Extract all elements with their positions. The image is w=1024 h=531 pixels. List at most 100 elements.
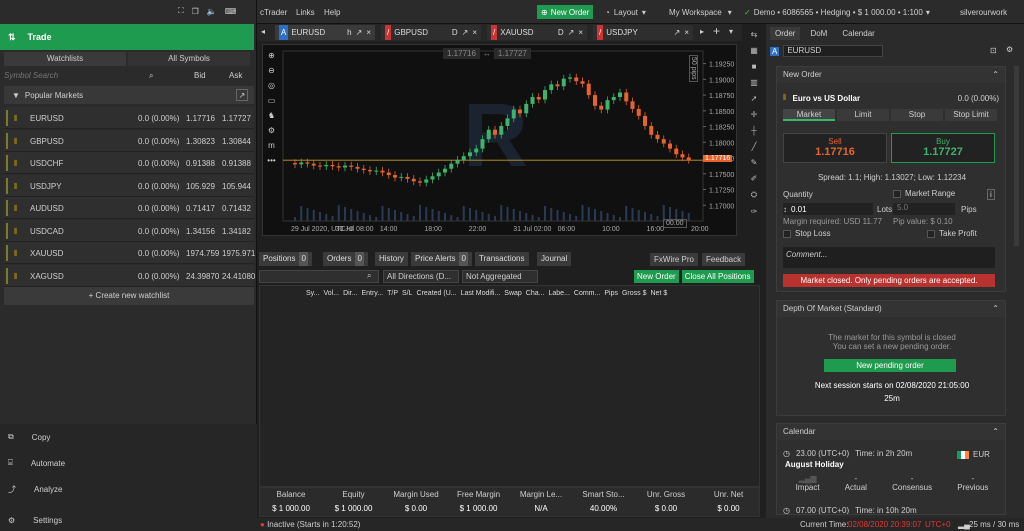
- take-profit-checkbox[interactable]: [927, 229, 935, 238]
- column-header[interactable]: Swap: [504, 290, 522, 297]
- zoom-out-icon[interactable]: ⊖: [268, 66, 275, 75]
- symbol-row[interactable]: ⦀ EURUSD 0.0 (0.00%) 1.17716 1.17727: [4, 107, 254, 129]
- tab-calendar[interactable]: Calendar: [837, 27, 879, 40]
- info-icon[interactable]: i: [987, 189, 995, 200]
- chevron-up-icon[interactable]: ⌃: [992, 301, 999, 317]
- close-icon[interactable]: ×: [578, 25, 583, 40]
- popout-icon[interactable]: ↗: [568, 25, 575, 40]
- scroll-right-icon[interactable]: ▸: [700, 27, 704, 36]
- brush-icon[interactable]: ✑: [751, 207, 758, 216]
- buy-button[interactable]: Buy 1.17727: [891, 133, 995, 163]
- search-icon[interactable]: ⌕: [367, 271, 379, 281]
- column-header[interactable]: S/L: [402, 290, 413, 297]
- keyboard-icon[interactable]: ⌨: [225, 7, 237, 16]
- order-type-tab[interactable]: Stop: [891, 109, 943, 121]
- trade-button[interactable]: ⇅ Trade: [0, 24, 254, 50]
- window-icon[interactable]: ❐: [192, 7, 199, 16]
- popout-icon[interactable]: ↗: [236, 89, 248, 101]
- m-icon[interactable]: m: [268, 141, 275, 150]
- close-icon[interactable]: ×: [684, 25, 689, 40]
- stepper-icon[interactable]: ↕: [783, 205, 787, 214]
- menu-copy[interactable]: ⧉ Copy: [8, 432, 50, 442]
- new-order-header[interactable]: New Order ⌃: [777, 67, 1005, 83]
- quantity-stepper[interactable]: ↕ 0.01: [783, 203, 873, 215]
- crosshair-icon[interactable]: ✛: [751, 110, 758, 119]
- column-header[interactable]: Comm...: [574, 290, 600, 297]
- shape-icon[interactable]: ⛭: [751, 190, 757, 200]
- sound-icon[interactable]: 🔈: [207, 7, 217, 16]
- close-all-button[interactable]: Close All Positions: [681, 269, 754, 283]
- positions-search-input[interactable]: [259, 269, 379, 283]
- new-pending-order-button[interactable]: New pending order: [824, 359, 956, 372]
- popout-icon[interactable]: ⊡: [990, 46, 997, 55]
- popout-icon[interactable]: ↗: [356, 25, 363, 40]
- scroll-left-icon[interactable]: ◂: [261, 27, 265, 36]
- popout-icon[interactable]: ↗: [462, 25, 469, 40]
- symbol-row[interactable]: ⦀ XAUUSD 0.0 (0.00%) 1974.759 1975.971: [4, 242, 255, 264]
- column-header[interactable]: Gross $: [622, 290, 647, 297]
- split-icon[interactable]: ▥: [750, 78, 758, 87]
- range-input[interactable]: 5.0: [893, 203, 955, 215]
- aggregation-select[interactable]: Not Aggregated: [462, 269, 538, 283]
- popout-icon[interactable]: ↗: [674, 25, 681, 40]
- chart-tab[interactable]: / GBPUSD D ↗ ×: [381, 25, 481, 40]
- symbol-row[interactable]: ⦀ GBPUSD 0.0 (0.00%) 1.30823 1.30844: [4, 129, 254, 152]
- tab-order[interactable]: Order: [770, 27, 801, 40]
- market-range-toggle[interactable]: Market Range: [893, 189, 955, 198]
- symbol-search-input[interactable]: [4, 69, 159, 82]
- fullscreen-icon[interactable]: ⛶: [178, 6, 184, 16]
- close-icon[interactable]: ×: [366, 25, 371, 40]
- symbol-row[interactable]: ⦀ USDCHF 0.0 (0.00%) 0.91388 0.91388: [4, 152, 254, 174]
- user-name[interactable]: silverourwork: [960, 8, 1007, 17]
- take-profit-toggle[interactable]: Take Profit: [927, 229, 977, 238]
- positions-new-order-button[interactable]: New Order: [634, 269, 679, 283]
- workspace-menu[interactable]: My Workspace ▾: [669, 8, 732, 17]
- positions-tab[interactable]: History: [375, 252, 408, 266]
- order-type-tab[interactable]: Limit: [837, 109, 889, 121]
- sell-button[interactable]: Sell 1.17716: [783, 133, 887, 163]
- settings-chart-icon[interactable]: ⚙: [268, 126, 275, 135]
- chart-menu-icon[interactable]: ▾: [729, 27, 733, 36]
- column-header[interactable]: Created (U...: [417, 290, 457, 297]
- positions-tab[interactable]: Price Alerts 0: [411, 252, 472, 266]
- robot-icon[interactable]: ♞: [268, 111, 275, 120]
- pen-icon[interactable]: ✎: [751, 158, 758, 167]
- create-watchlist-button[interactable]: + Create new watchlist: [4, 287, 254, 305]
- tab-watchlists[interactable]: Watchlists: [4, 52, 126, 66]
- order-settings-icon[interactable]: ⚙: [1006, 45, 1013, 54]
- pencil-icon[interactable]: ✐: [751, 174, 758, 183]
- new-order-button[interactable]: ⊕ New Order: [537, 5, 594, 19]
- tab-dom[interactable]: DoM: [802, 27, 835, 40]
- dom-header[interactable]: Depth Of Market (Standard) ⌃: [777, 301, 1005, 317]
- column-header[interactable]: Net $: [651, 290, 668, 297]
- stop-loss-toggle[interactable]: Stop Loss: [783, 229, 831, 238]
- column-header[interactable]: Sy...: [306, 290, 319, 297]
- ask-box[interactable]: 1.17727: [493, 48, 531, 59]
- stop-loss-checkbox[interactable]: [783, 229, 791, 238]
- market-range-checkbox[interactable]: [893, 189, 901, 198]
- sync-icon[interactable]: ⇆: [751, 30, 758, 39]
- column-header[interactable]: Labe...: [548, 290, 569, 297]
- app-name[interactable]: cTrader: [260, 8, 287, 17]
- order-symbol-select[interactable]: EURUSD: [783, 45, 884, 57]
- column-header[interactable]: Cha...: [526, 290, 545, 297]
- order-type-tab[interactable]: Market: [783, 109, 835, 121]
- zoom-in-icon[interactable]: ⊕: [268, 51, 275, 60]
- column-header[interactable]: Vol...: [323, 290, 339, 297]
- chevron-up-icon[interactable]: ⌃: [992, 67, 999, 83]
- price-chart[interactable]: R 1.19250 1.19000 1.18750 1.18500 1.18250 1.18…: [263, 45, 738, 237]
- quantity-value[interactable]: 0.01: [791, 205, 807, 214]
- grid-icon[interactable]: ▦: [750, 46, 758, 55]
- collapse-icon[interactable]: ▼: [12, 91, 20, 100]
- more-icon[interactable]: •••: [267, 156, 275, 165]
- links-menu[interactable]: Links: [296, 8, 315, 17]
- layout-menu[interactable]: ◔ Layout ▾: [605, 8, 646, 17]
- positions-tab[interactable]: Orders 0: [323, 252, 368, 266]
- symbol-row[interactable]: ⦀ AUDUSD 0.0 (0.00%) 0.71417 0.71432: [4, 197, 254, 219]
- chart-area[interactable]: R 1.19250 1.19000 1.18750 1.18500 1.18250 1.18…: [262, 44, 737, 236]
- symbol-row[interactable]: ⦀ XAGUSD 0.0 (0.00%) 24.39870 24.41080: [4, 264, 255, 287]
- symbol-row[interactable]: ⦀ USDCAD 0.0 (0.00%) 1.34156 1.34182: [4, 219, 254, 242]
- single-view-icon[interactable]: ■: [752, 62, 757, 71]
- popular-markets-header[interactable]: ▼ Popular Markets ↗: [4, 86, 254, 104]
- column-header[interactable]: Last Modifi...: [461, 290, 501, 297]
